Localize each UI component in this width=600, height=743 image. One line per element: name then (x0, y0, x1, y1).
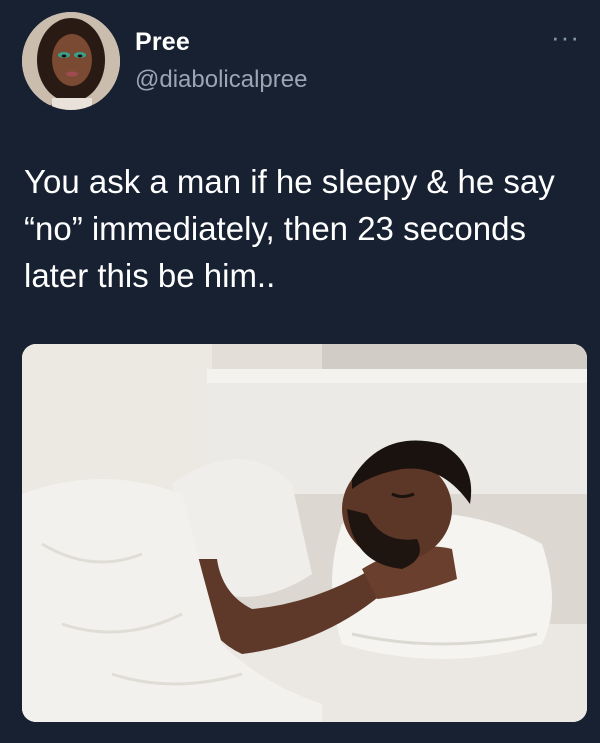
avatar[interactable] (22, 12, 120, 110)
tweet-media-image[interactable] (22, 344, 587, 722)
tweet-card: Pree @diabolicalpree ··· You ask a man i… (0, 0, 600, 743)
tweet-text: You ask a man if he sleepy & he say “no”… (24, 163, 555, 294)
more-options-icon[interactable]: ··· (551, 22, 580, 53)
user-handle[interactable]: @diabolicalpree (135, 66, 307, 94)
avatar-image (22, 12, 120, 110)
sleeping-man-photo (22, 344, 587, 722)
display-name[interactable]: Pree (135, 28, 190, 57)
